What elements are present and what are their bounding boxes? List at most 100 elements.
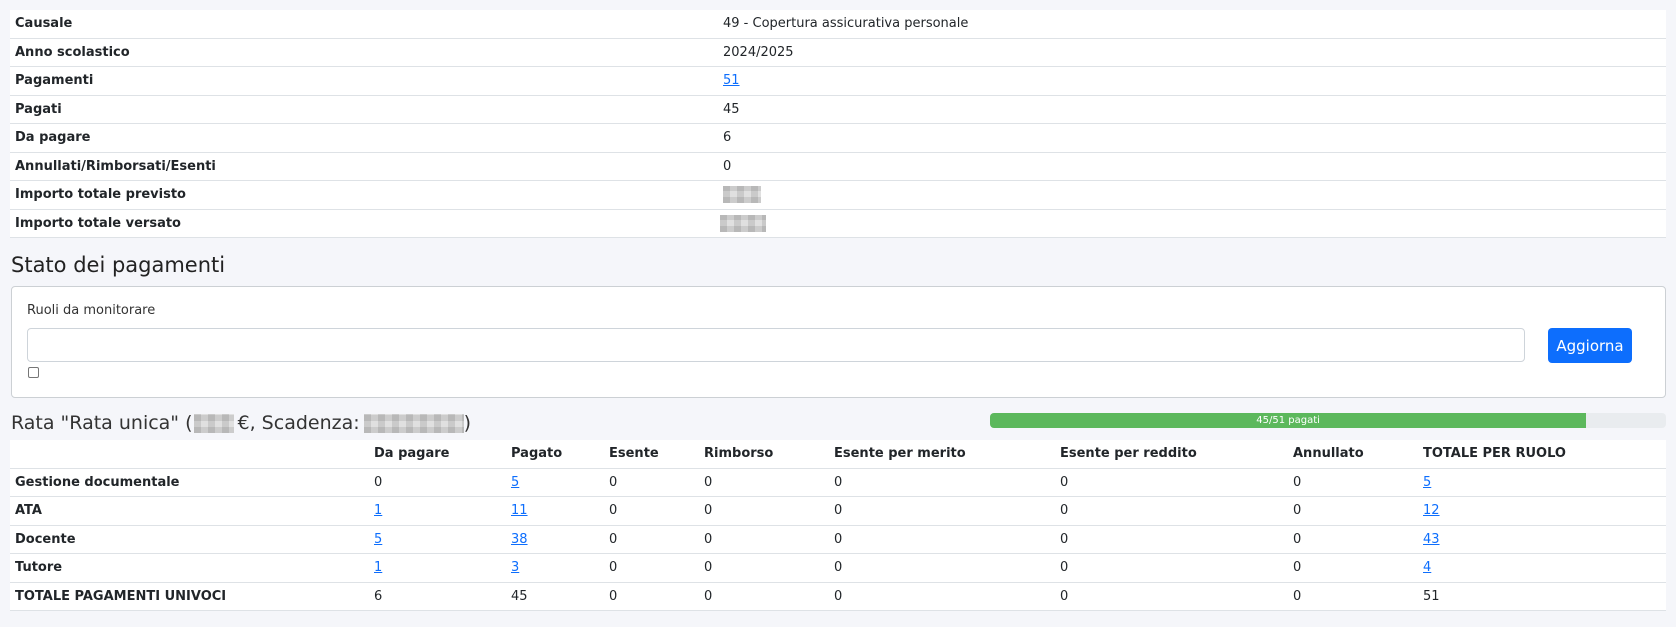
cell: 0 xyxy=(1293,474,1302,490)
cell: 0 xyxy=(834,531,843,547)
table-row: ATA 1 11 0 0 0 0 0 12 xyxy=(10,497,1666,526)
roles-input[interactable] xyxy=(27,328,1525,362)
summary-row-annullati: Annullati/Rimborsati/Esenti 0 xyxy=(10,153,1666,181)
total-label: TOTALE PAGAMENTI UNIVOCI xyxy=(15,588,227,604)
summary-row-importo-versato: Importo totale versato xyxy=(10,210,1666,238)
cell-link[interactable]: 5 xyxy=(374,532,382,547)
cell: 0 xyxy=(1060,560,1069,576)
table-header-row: Da pagare Pagato Esente Rimborso Esente … xyxy=(10,440,1666,469)
cell: 0 xyxy=(1060,474,1069,490)
table-row: Gestione documentale 0 5 0 0 0 0 0 5 xyxy=(10,469,1666,497)
summary-label: Pagati xyxy=(15,101,62,117)
cell: 0 xyxy=(1293,560,1302,576)
redacted-date xyxy=(363,413,464,433)
summary-row-anno: Anno scolastico 2024/2025 xyxy=(10,39,1666,67)
cell: 0 xyxy=(704,560,713,576)
cell: 0 xyxy=(704,531,713,547)
column-header: Da pagare xyxy=(374,446,450,462)
cell: 0 xyxy=(1293,588,1302,604)
cell: 51 xyxy=(1423,588,1440,604)
rata-title: Rata "Rata unica" ( €, Scadenza: ) xyxy=(11,412,471,434)
column-header: Esente xyxy=(609,446,659,462)
rata-title-suffix: ) xyxy=(463,412,472,434)
cell: 0 xyxy=(834,560,843,576)
cell: 0 xyxy=(1293,503,1302,519)
cell: 6 xyxy=(374,588,383,604)
table-row: Tutore 1 3 0 0 0 0 0 4 xyxy=(10,554,1666,583)
role-name: Tutore xyxy=(15,560,63,576)
aggiorna-button[interactable]: Aggiorna xyxy=(1548,328,1632,363)
cell-link[interactable]: 12 xyxy=(1423,503,1440,518)
cell-link[interactable]: 38 xyxy=(511,532,528,547)
summary-value: 2024/2025 xyxy=(723,44,794,60)
cell-link[interactable]: 5 xyxy=(1423,475,1431,490)
roles-table: Da pagare Pagato Esente Rimborso Esente … xyxy=(10,440,1666,611)
cell: 0 xyxy=(1060,531,1069,547)
cell: 0 xyxy=(704,474,713,490)
summary-table: Causale 49 - Copertura assicurativa pers… xyxy=(10,10,1666,238)
summary-value: 45 xyxy=(723,101,740,117)
column-header: Pagato xyxy=(511,446,563,462)
cell-link[interactable]: 4 xyxy=(1423,560,1431,575)
cell: 0 xyxy=(704,588,713,604)
summary-row-importo-previsto: Importo totale previsto xyxy=(10,181,1666,210)
table-total-row: TOTALE PAGAMENTI UNIVOCI 6 45 0 0 0 0 0 … xyxy=(10,583,1666,611)
summary-value: 6 xyxy=(723,130,732,146)
role-name: Docente xyxy=(15,531,76,547)
cell-link[interactable]: 1 xyxy=(374,560,382,575)
payment-progress-fill: 45/51 pagati xyxy=(990,413,1587,428)
cell-link[interactable]: 5 xyxy=(511,475,519,490)
payment-detail-page: Causale 49 - Copertura assicurativa pers… xyxy=(0,0,1676,627)
cell: 0 xyxy=(704,503,713,519)
cell: 0 xyxy=(374,474,383,490)
cell: 0 xyxy=(1060,588,1069,604)
roles-filter-card: Ruoli da monitorare Aggiorna xyxy=(11,286,1666,398)
rata-title-prefix: Rata "Rata unica" ( xyxy=(11,412,193,434)
summary-label: Pagamenti xyxy=(15,73,94,89)
cell: 0 xyxy=(609,531,618,547)
cell: 0 xyxy=(834,474,843,490)
cell-link[interactable]: 43 xyxy=(1423,532,1440,547)
table-row: Docente 5 38 0 0 0 0 0 43 xyxy=(10,526,1666,554)
cell-link[interactable]: 3 xyxy=(511,560,519,575)
summary-label: Anno scolastico xyxy=(15,44,130,60)
summary-label: Importo totale previsto xyxy=(15,187,186,203)
redacted-amount xyxy=(193,413,234,433)
redacted-amount xyxy=(723,186,761,204)
cell: 0 xyxy=(834,588,843,604)
cell-link[interactable]: 1 xyxy=(374,503,382,518)
summary-label: Importo totale versato xyxy=(15,215,181,231)
column-header: Rimborso xyxy=(704,446,774,462)
cell: 0 xyxy=(834,503,843,519)
summary-row-causale: Causale 49 - Copertura assicurativa pers… xyxy=(10,10,1666,39)
summary-label: Annullati/Rimborsati/Esenti xyxy=(15,158,216,174)
cell: 45 xyxy=(511,588,528,604)
rata-title-currency: €, Scadenza: xyxy=(237,412,360,434)
cell: 0 xyxy=(1060,503,1069,519)
cell: 0 xyxy=(1293,531,1302,547)
summary-row-da-pagare: Da pagare 6 xyxy=(10,124,1666,153)
cell: 0 xyxy=(609,474,618,490)
section-title: Stato dei pagamenti xyxy=(11,253,226,277)
summary-value: 49 - Copertura assicurativa personale xyxy=(723,16,969,32)
cell-link[interactable]: 11 xyxy=(511,503,528,518)
cell: 0 xyxy=(609,588,618,604)
roles-field-label: Ruoli da monitorare xyxy=(27,303,156,318)
role-name: Gestione documentale xyxy=(15,474,180,490)
payment-progress-bar: 45/51 pagati xyxy=(990,413,1666,428)
column-header: Esente per reddito xyxy=(1060,446,1197,462)
summary-label: Da pagare xyxy=(15,130,91,146)
cell: 0 xyxy=(609,560,618,576)
cell: 0 xyxy=(609,503,618,519)
pagamenti-link[interactable]: 51 xyxy=(723,73,740,88)
summary-value: 0 xyxy=(723,158,732,174)
column-header: Annullato xyxy=(1293,446,1364,462)
redacted-amount xyxy=(720,214,766,232)
summary-row-pagati: Pagati 45 xyxy=(10,96,1666,124)
column-header: TOTALE PER RUOLO xyxy=(1423,446,1566,462)
roles-checkbox[interactable] xyxy=(28,367,39,378)
summary-label: Causale xyxy=(15,16,73,32)
summary-row-pagamenti: Pagamenti 51 xyxy=(10,67,1666,96)
role-name: ATA xyxy=(15,503,42,519)
column-header: Esente per merito xyxy=(834,446,966,462)
